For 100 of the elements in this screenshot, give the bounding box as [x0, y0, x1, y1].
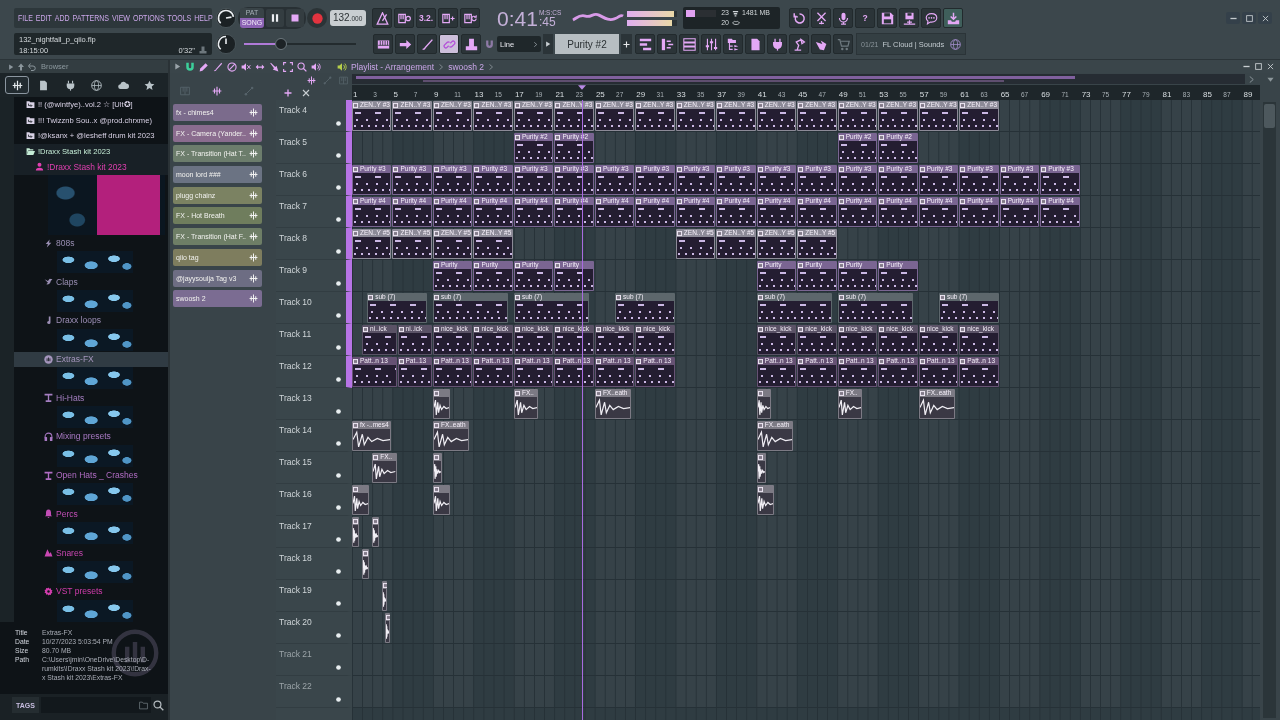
menu-item[interactable]: ADD	[54, 12, 70, 24]
tree-item[interactable]: Mixing presets	[14, 428, 168, 444]
overview-strip[interactable]	[352, 74, 1245, 84]
menu-item[interactable]: HELP	[194, 12, 213, 24]
tree-item[interactable]: Snares	[14, 545, 168, 560]
document-button[interactable]	[745, 34, 765, 54]
minimize-button[interactable]	[1226, 12, 1240, 24]
mute-icon[interactable]	[241, 61, 251, 72]
track-header[interactable]: Track 9	[276, 260, 352, 292]
scrollbar-track[interactable]	[1263, 102, 1276, 718]
track-header[interactable]: Track 11	[276, 324, 352, 356]
chat-button[interactable]	[921, 8, 941, 28]
countdown-button[interactable]: 3.2.	[416, 8, 436, 28]
hand-button[interactable]	[811, 34, 831, 54]
lamp-button[interactable]	[789, 34, 809, 54]
menu-item[interactable]: PATTERNS	[72, 12, 110, 24]
tree-item[interactable]: Percs	[14, 506, 168, 522]
close-button[interactable]	[1258, 12, 1272, 24]
tree-item[interactable]: Open Hats _ Crashes	[14, 467, 168, 483]
slider-thumb[interactable]	[274, 38, 287, 50]
playlist-button[interactable]	[635, 34, 655, 54]
knob[interactable]	[216, 34, 236, 54]
diagonal-arrow-icon[interactable]	[269, 61, 279, 72]
cross-button[interactable]	[811, 8, 831, 28]
mixer-button[interactable]	[701, 34, 721, 54]
speaker-icon[interactable]	[337, 61, 347, 72]
track-header[interactable]: Track 12	[276, 356, 352, 388]
pause-button[interactable]	[266, 9, 284, 27]
piano-roll-button[interactable]	[657, 34, 677, 54]
pattern-selector[interactable]: Purity #2	[555, 34, 619, 54]
caret-button[interactable]	[543, 34, 553, 54]
audio-clip[interactable]	[756, 485, 774, 515]
x-mark-icon[interactable]	[302, 89, 310, 97]
browser-tab[interactable]	[5, 76, 29, 94]
keys-loop-button[interactable]	[460, 8, 480, 28]
no-entry-icon[interactable]	[227, 61, 237, 72]
brush-icon[interactable]	[213, 61, 223, 72]
typing-keyboard-button[interactable]	[373, 34, 393, 54]
search-icon[interactable]	[153, 699, 164, 711]
save-button[interactable]	[877, 8, 897, 28]
menu-item[interactable]: FILE	[18, 12, 33, 24]
audio-clip[interactable]	[362, 549, 370, 579]
audio-clip[interactable]	[432, 453, 443, 483]
track-header[interactable]: Track 8	[276, 228, 352, 260]
waveform-icon[interactable]	[307, 76, 316, 85]
browser-button[interactable]	[723, 34, 743, 54]
magnet-icon[interactable]	[485, 39, 494, 49]
track-header[interactable]: Track 10	[276, 292, 352, 324]
keys-plus-button[interactable]	[438, 8, 458, 28]
pencil-icon[interactable]	[199, 61, 209, 72]
tree-item[interactable]: Hi-Hats	[14, 390, 168, 406]
maximize-button[interactable]	[1242, 12, 1256, 24]
search-icon[interactable]	[297, 61, 307, 72]
audio-clip[interactable]	[385, 613, 391, 643]
caret-icon[interactable]	[174, 63, 181, 70]
cart-button[interactable]	[833, 34, 853, 54]
minimize-icon[interactable]	[1243, 63, 1250, 70]
caret-icon[interactable]	[8, 63, 14, 70]
audio-clip[interactable]	[352, 517, 360, 547]
export-button[interactable]	[899, 8, 919, 28]
audio-clip[interactable]	[372, 517, 380, 547]
undo-button[interactable]	[789, 8, 809, 28]
tree-item[interactable]: Claps	[14, 274, 168, 290]
menu-item[interactable]: OPTIONS	[132, 12, 165, 24]
menu-item[interactable]: EDIT	[35, 12, 52, 24]
stop-button[interactable]	[286, 9, 304, 27]
tags-field[interactable]	[40, 697, 151, 713]
menu-item[interactable]: VIEW	[112, 12, 130, 24]
audio-clip[interactable]	[756, 389, 771, 419]
plus-icon[interactable]	[284, 89, 292, 97]
magnet-icon[interactable]	[185, 61, 195, 72]
close-icon[interactable]	[1267, 63, 1274, 70]
add-pattern-button[interactable]	[621, 34, 632, 54]
link-button[interactable]	[439, 34, 459, 54]
undo-arrow-icon[interactable]	[28, 62, 36, 71]
down-caret-icon[interactable]	[1266, 76, 1274, 83]
track-header[interactable]: Track 5	[276, 132, 352, 164]
tree-item[interactable]: VST presets	[14, 583, 168, 599]
keys-circle-button[interactable]	[394, 8, 414, 28]
tree-item[interactable]: Draxx loops	[14, 312, 168, 328]
download-button[interactable]	[943, 8, 963, 28]
audio-clip[interactable]	[352, 485, 370, 515]
tree-item[interactable]: 808s	[14, 235, 168, 251]
breadcrumb[interactable]: swoosh 2	[448, 61, 485, 72]
audio-clip[interactable]	[432, 389, 451, 419]
audio-clip[interactable]	[382, 581, 388, 611]
track-header[interactable]: Track 7	[276, 196, 352, 228]
tree-item[interactable]: !Draxx Stash kit 2023	[14, 159, 168, 175]
stamp-button[interactable]	[461, 34, 481, 54]
arrow-button[interactable]	[395, 34, 415, 54]
metronome-button[interactable]	[372, 8, 392, 28]
track-header[interactable]: Track 6	[276, 164, 352, 196]
speaker-icon[interactable]	[311, 61, 321, 72]
menu-item[interactable]: TOOLS	[167, 12, 192, 24]
knob[interactable]	[216, 8, 236, 28]
microphone-button[interactable]	[833, 8, 853, 28]
arrow-up-icon[interactable]	[17, 62, 25, 71]
corners-icon[interactable]	[283, 61, 293, 72]
audio-clip[interactable]	[756, 453, 766, 483]
help-button[interactable]: ?	[855, 8, 875, 28]
